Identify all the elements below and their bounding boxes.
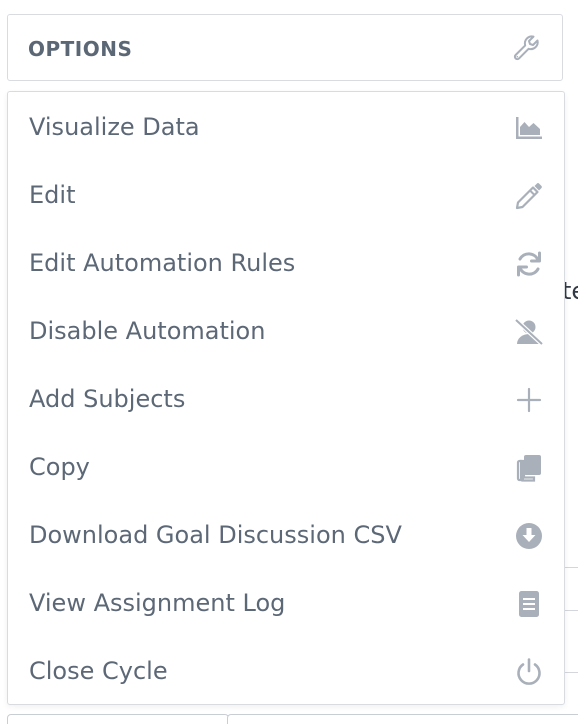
menu-item-label: Add Subjects xyxy=(29,385,186,413)
page: te OPTIONS Visualize Data Edit xyxy=(0,0,578,724)
area-chart-icon xyxy=(514,113,544,143)
menu-item-add-subjects[interactable]: Add Subjects xyxy=(8,366,564,434)
pencil-icon xyxy=(514,181,544,211)
background-panel xyxy=(7,714,229,724)
power-icon xyxy=(514,657,544,687)
menu-item-label: Edit Automation Rules xyxy=(29,249,296,277)
document-icon xyxy=(514,589,544,619)
refresh-icon xyxy=(514,249,544,279)
options-title: OPTIONS xyxy=(28,37,133,61)
user-slash-icon xyxy=(514,317,544,347)
menu-item-view-assignment-log[interactable]: View Assignment Log xyxy=(8,570,564,638)
menu-item-edit[interactable]: Edit xyxy=(8,162,564,230)
background-divider xyxy=(565,567,578,568)
menu-item-download-goal-discussion-csv[interactable]: Download Goal Discussion CSV xyxy=(8,502,564,570)
background-divider xyxy=(565,610,578,611)
menu-item-label: Edit xyxy=(29,181,76,209)
menu-item-copy[interactable]: Copy xyxy=(8,434,564,502)
menu-item-label: Visualize Data xyxy=(29,113,200,141)
options-toggle-button[interactable]: OPTIONS xyxy=(7,14,563,81)
options-dropdown-menu: Visualize Data Edit Edit Automation Rule… xyxy=(7,91,565,705)
copy-icon xyxy=(514,453,544,483)
menu-item-label: Download Goal Discussion CSV xyxy=(29,521,402,549)
menu-item-disable-automation[interactable]: Disable Automation xyxy=(8,298,564,366)
background-divider xyxy=(565,672,578,673)
menu-item-close-cycle[interactable]: Close Cycle xyxy=(8,638,564,706)
background-panel xyxy=(227,714,578,724)
plus-icon xyxy=(514,385,544,415)
wrench-icon xyxy=(512,34,542,64)
menu-item-label: View Assignment Log xyxy=(29,589,286,617)
menu-item-edit-automation-rules[interactable]: Edit Automation Rules xyxy=(8,230,564,298)
menu-item-visualize-data[interactable]: Visualize Data xyxy=(8,94,564,162)
menu-item-label: Copy xyxy=(29,453,90,481)
download-circle-icon xyxy=(514,521,544,551)
menu-item-label: Disable Automation xyxy=(29,317,266,345)
menu-item-label: Close Cycle xyxy=(29,657,168,685)
